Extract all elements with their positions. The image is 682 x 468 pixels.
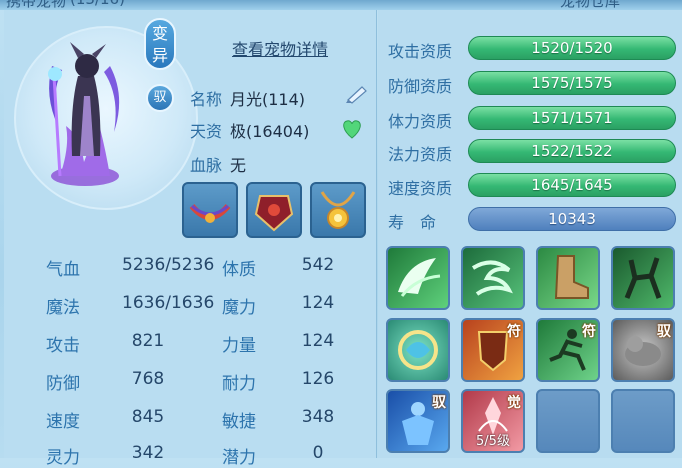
stat-label: 攻击 (46, 336, 80, 356)
aptitude-bar: 1520/1520 (468, 36, 676, 60)
swirl-skill-icon (398, 330, 438, 370)
carry-pets-count: (13/16) (70, 0, 125, 8)
deer-skill-icon (624, 257, 662, 299)
stat-label: 气血 (46, 260, 80, 280)
aptitude-label: 速度资质 (388, 179, 453, 198)
aptitude-label: 攻击资质 (388, 42, 453, 61)
name-label: 名称 (190, 90, 223, 109)
wind-skill-icon (471, 260, 513, 296)
stat-label: 耐力 (222, 374, 256, 394)
skill-slot[interactable]: 觉 5/5级 (461, 389, 525, 453)
stat-value: 342 (131, 443, 165, 463)
stat-label: 敏捷 (222, 412, 256, 432)
amulet-icon (320, 191, 356, 229)
skill-badge: 驭 (657, 324, 671, 340)
stat-value: 1636/1636 (122, 293, 215, 313)
skill-slot[interactable]: 符 (536, 318, 600, 382)
collar-icon (189, 203, 231, 223)
pet-portrait[interactable] (40, 36, 130, 188)
aptitude-bar: 1645/1645 (468, 173, 676, 197)
skill-badge: 驭 (432, 395, 446, 411)
skill-slot[interactable]: 驭 (386, 389, 450, 453)
stat-label: 速度 (46, 412, 80, 432)
aptitude-bar: 1575/1575 (468, 71, 676, 95)
wings-skill-icon (398, 258, 441, 297)
skill-slot[interactable] (386, 246, 450, 310)
bloodline-label: 血脉 (190, 156, 223, 175)
stat-value: 542 (301, 255, 335, 275)
stat-value: 821 (131, 331, 165, 351)
aptitude-bar: 1571/1571 (468, 106, 676, 130)
top-bar: 携带宠物 (13/16) 宠物仓库 (0, 0, 682, 10)
boot-skill-icon (554, 255, 589, 299)
stat-label: 力量 (222, 336, 256, 356)
bloodline-value: 无 (230, 156, 247, 175)
equip-amulet-slot[interactable] (310, 182, 366, 238)
skill-slot[interactable] (536, 246, 600, 310)
stat-label: 潜力 (222, 448, 256, 468)
empty-skill-slot[interactable] (536, 389, 600, 453)
variant-tag: 变异 (144, 18, 176, 70)
stat-value: 5236/5236 (122, 255, 215, 275)
stat-label: 魔力 (222, 298, 256, 318)
lifespan-bar: 10343 (468, 207, 676, 231)
stat-value: 124 (301, 331, 335, 351)
rename-pen-icon[interactable] (342, 84, 370, 104)
stat-label: 体质 (222, 260, 256, 280)
skill-slot[interactable]: 符 (461, 318, 525, 382)
stat-value: 768 (131, 369, 165, 389)
skill-slot[interactable]: 驭 (611, 318, 675, 382)
aptitude-bar: 1522/1522 (468, 139, 676, 163)
stat-value: 845 (131, 407, 165, 427)
stat-value: 126 (301, 369, 335, 389)
skill-badge: 符 (507, 324, 521, 340)
talent-label: 天资 (190, 122, 223, 141)
stat-label: 防御 (46, 374, 80, 394)
pet-name-value: 月光(114) (230, 90, 306, 109)
skill-level: 5/5级 (476, 434, 510, 449)
lifespan-label: 寿 命 (388, 213, 437, 232)
skill-slot[interactable] (611, 246, 675, 310)
heart-icon[interactable] (340, 118, 364, 140)
stat-label: 魔法 (46, 298, 80, 318)
skill-slot[interactable] (461, 246, 525, 310)
empty-skill-slot[interactable] (611, 389, 675, 453)
ride-tag: 驭 (146, 84, 174, 112)
talent-value: 极(16404) (230, 122, 310, 141)
stat-value: 348 (301, 407, 335, 427)
equip-collar-slot[interactable] (182, 182, 238, 238)
aptitude-label: 法力资质 (388, 145, 453, 164)
armor-icon (254, 195, 294, 232)
aptitude-label: 防御资质 (388, 77, 453, 96)
skill-slot[interactable] (386, 318, 450, 382)
view-pet-detail-link[interactable]: 查看宠物详情 (232, 36, 328, 60)
stat-value: 0 (312, 443, 324, 463)
stat-label: 灵力 (46, 448, 80, 468)
equip-armor-slot[interactable] (246, 182, 302, 238)
stat-value: 124 (301, 293, 335, 313)
aptitude-label: 体力资质 (388, 112, 453, 131)
skill-badge: 符 (582, 324, 596, 340)
skill-badge: 觉 (507, 395, 521, 411)
